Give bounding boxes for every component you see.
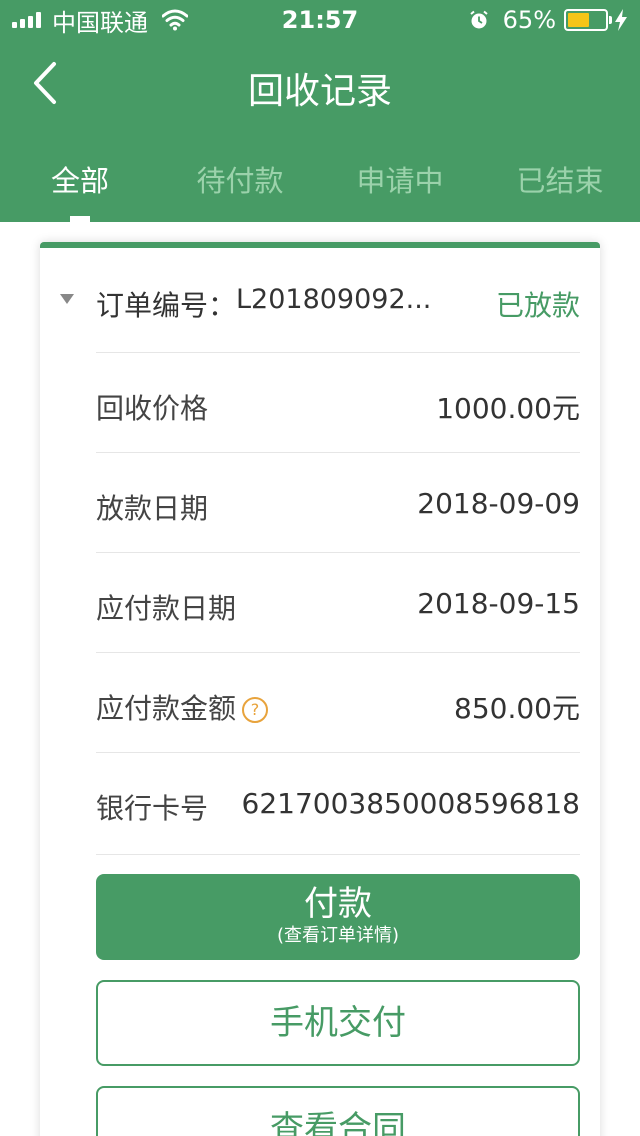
row-value: 2018-09-15 xyxy=(417,587,580,620)
divider xyxy=(96,854,580,855)
row-label: 放款日期 xyxy=(96,492,209,525)
row-value: 2018-09-09 xyxy=(417,487,580,520)
order-card: 订单编号： L201809092... 已放款 回收价格 1000.00元 放款… xyxy=(40,242,600,1136)
status-right: 65% xyxy=(469,6,628,34)
charging-bolt-icon xyxy=(615,9,627,31)
row-label: 应付款金额? xyxy=(96,687,269,727)
row-due-date: 应付款日期 2018-09-15 xyxy=(96,552,580,653)
tab-all[interactable]: 全部 xyxy=(0,140,160,222)
row-label: 银行卡号 xyxy=(96,792,209,825)
view-contract-button[interactable]: 查看合同 xyxy=(96,1086,580,1136)
help-icon[interactable]: ? xyxy=(242,697,269,723)
row-recycle-price: 回收价格 1000.00元 xyxy=(96,352,580,453)
order-number-label: 订单编号： xyxy=(96,289,237,322)
battery-percent: 65% xyxy=(502,6,556,34)
tab-applying[interactable]: 申请中 xyxy=(320,140,480,222)
tab-pending-payment[interactable]: 待付款 xyxy=(160,140,320,222)
tab-finished[interactable]: 已结束 xyxy=(480,140,640,222)
row-value: 850.00元 xyxy=(454,692,580,725)
nav-bar: 回收记录 xyxy=(0,40,640,130)
alarm-icon xyxy=(470,10,488,29)
row-value: 1000.00元 xyxy=(436,392,580,425)
row-label: 回收价格 xyxy=(96,392,209,425)
app-screen: 中国联通 21:57 65% 回收记录 全部 待付款 申请中 已结束 订单编号：… xyxy=(0,0,640,1136)
header: 中国联通 21:57 65% 回收记录 全部 待付款 申请中 已结束 xyxy=(0,0,640,222)
row-bank-card: 银行卡号 6217003850008596818 xyxy=(96,752,580,853)
caret-down-icon[interactable] xyxy=(60,294,74,304)
row-amount-due: 应付款金额? 850.00元 xyxy=(96,652,580,753)
status-bar: 中国联通 21:57 65% xyxy=(0,0,640,40)
row-label: 应付款日期 xyxy=(96,592,237,625)
row-disbursement-date: 放款日期 2018-09-09 xyxy=(96,452,580,553)
tab-bar: 全部 待付款 申请中 已结束 xyxy=(0,140,640,222)
pay-button[interactable]: 付款 (查看订单详情) xyxy=(96,874,580,960)
battery-fill xyxy=(568,13,589,27)
pay-button-label: 付款 xyxy=(304,884,372,924)
order-status-badge: 已放款 xyxy=(495,289,580,322)
pay-button-sublabel: (查看订单详情) xyxy=(276,925,400,946)
phone-delivery-button[interactable]: 手机交付 xyxy=(96,980,580,1066)
order-number: L201809092... xyxy=(236,284,432,315)
row-value: 6217003850008596818 xyxy=(241,787,580,820)
page-title: 回收记录 xyxy=(247,71,392,112)
battery-icon xyxy=(564,9,612,31)
row-label-text: 应付款金额 xyxy=(96,692,237,725)
order-header[interactable]: 订单编号： L201809092... 已放款 xyxy=(40,248,600,352)
